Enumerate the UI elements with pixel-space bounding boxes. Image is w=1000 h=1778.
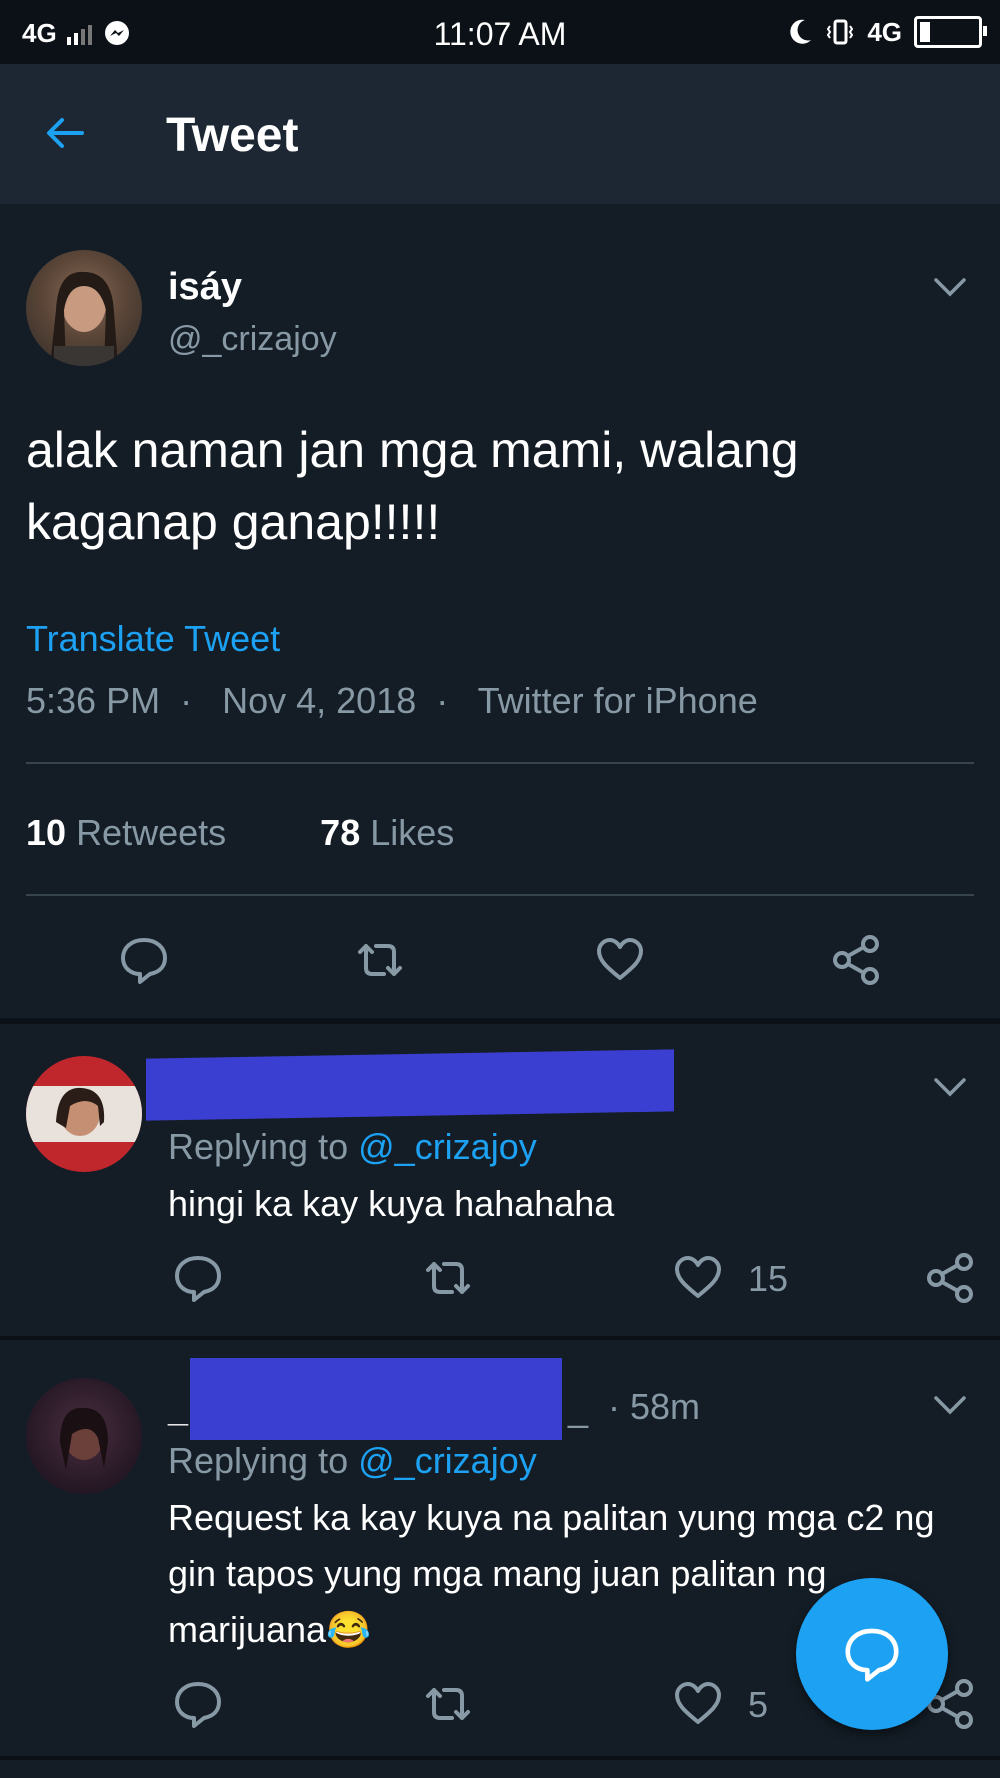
heart-icon[interactable]	[672, 1252, 724, 1304]
speech-bubble-icon	[845, 1628, 899, 1682]
like-count: 15	[748, 1258, 789, 1299]
avatar[interactable]	[26, 250, 142, 366]
compose-reply-button[interactable]	[796, 1578, 948, 1730]
reply-icon[interactable]	[172, 1252, 224, 1304]
reply-name-prefix: _	[168, 1388, 189, 1429]
chevron-down-icon[interactable]	[930, 1384, 970, 1424]
tweet-meta: 5:36 PM · Nov 4, 2018 · Twitter for iPho…	[26, 680, 758, 722]
translate-link[interactable]: Translate Tweet	[26, 618, 280, 660]
replying-prefix: Replying to	[168, 1440, 349, 1481]
status-bar: 4G 11:07 AM 4G	[0, 0, 1000, 64]
reply-icon[interactable]	[172, 1678, 224, 1730]
engagement-counts: 10 Retweets 78 Likes	[26, 812, 454, 854]
divider	[26, 894, 974, 896]
battery-icon	[914, 16, 987, 48]
author-handle[interactable]: @_crizajoy	[168, 320, 337, 359]
meta-dot: ·	[170, 680, 213, 721]
retweet-icon[interactable]	[422, 1252, 474, 1304]
moon-icon	[790, 19, 812, 44]
network-indicator-right: 4G	[867, 16, 902, 47]
retweet-icon[interactable]	[354, 934, 406, 986]
reply-icon[interactable]	[118, 934, 170, 986]
replying-to: Replying to @_crizajoy	[168, 1126, 537, 1168]
share-icon[interactable]	[830, 934, 882, 986]
tweet-date: Nov 4, 2018	[222, 680, 417, 721]
retweet-icon[interactable]	[422, 1678, 474, 1730]
status-right: 4G	[789, 16, 987, 48]
tweet-time: 5:36 PM	[26, 680, 161, 721]
vibrate-icon	[827, 19, 854, 45]
divider	[0, 1756, 1000, 1760]
retweets-stat[interactable]: 10 Retweets	[26, 812, 226, 853]
author-name[interactable]: isáy	[168, 266, 242, 309]
replying-handle[interactable]: @_crizajoy	[358, 1126, 537, 1167]
chevron-down-icon[interactable]	[930, 266, 970, 306]
reply-name-suffix: _	[568, 1388, 589, 1429]
chevron-down-icon[interactable]	[930, 1066, 970, 1106]
replying-prefix: Replying to	[168, 1126, 349, 1167]
likes-label: Likes	[370, 812, 455, 853]
redacted-name	[146, 1049, 674, 1121]
top-bar: Tweet	[0, 64, 1000, 204]
reply-age: · 58m	[608, 1386, 701, 1427]
replying-to: Replying to @_crizajoy	[168, 1440, 537, 1482]
heart-icon[interactable]	[594, 934, 646, 986]
avatar[interactable]	[26, 1378, 142, 1494]
back-arrow-icon[interactable]	[40, 108, 90, 158]
tweet-text: alak naman jan mga mami, walang kaganap …	[26, 422, 799, 550]
share-icon[interactable]	[924, 1252, 976, 1304]
meta-dot: ·	[426, 680, 469, 721]
page-title: Tweet	[166, 109, 299, 162]
divider	[26, 762, 974, 764]
redacted-name	[190, 1358, 562, 1440]
heart-icon[interactable]	[672, 1678, 724, 1730]
retweets-label: Retweets	[76, 812, 227, 853]
reply-text: hingi ka kay kuya hahahaha	[168, 1183, 615, 1224]
tweet-actions	[0, 934, 1000, 994]
tweet-source[interactable]: Twitter for iPhone	[478, 680, 758, 721]
likes-stat[interactable]: 78 Likes	[320, 812, 454, 853]
retweets-count: 10	[26, 812, 67, 853]
like-count: 5	[748, 1684, 769, 1725]
avatar[interactable]	[26, 1056, 142, 1172]
likes-count: 78	[320, 812, 361, 853]
replying-handle[interactable]: @_crizajoy	[358, 1440, 537, 1481]
reply-tweet[interactable]: Replying to @_crizajoy hingi ka kay kuya…	[0, 1024, 1000, 1336]
